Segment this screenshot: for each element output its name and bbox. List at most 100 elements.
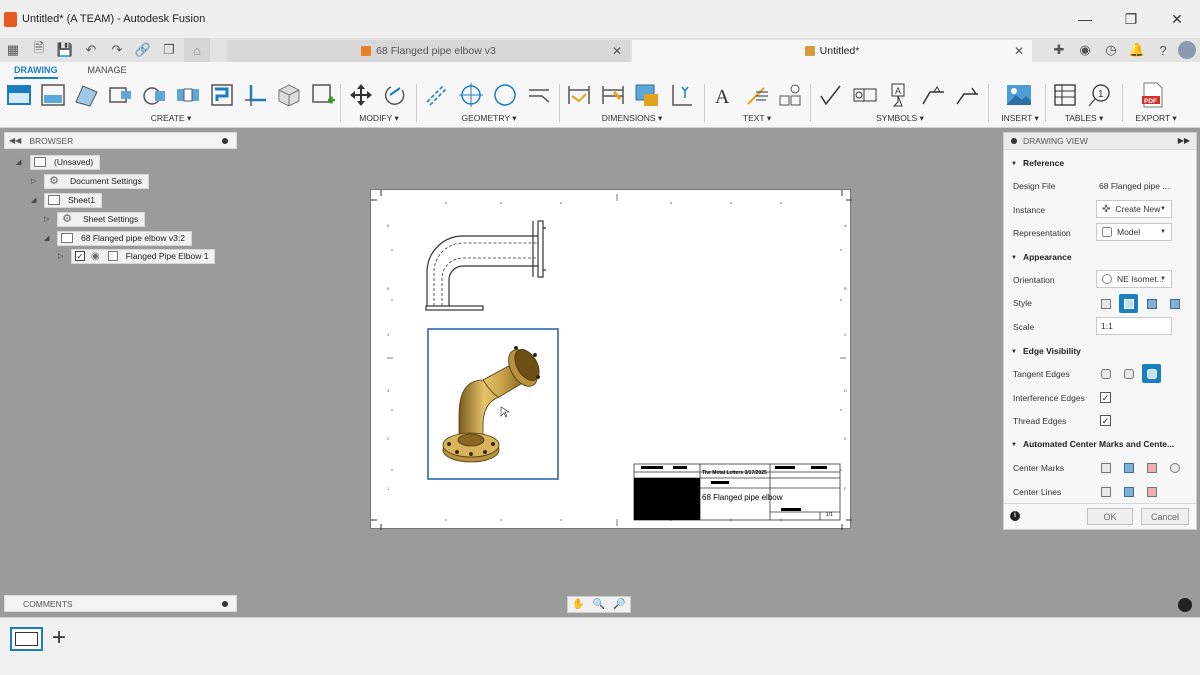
thread-edges-checkbox[interactable]: ✓ [1100,415,1111,426]
browser-header[interactable]: ◀◀ BROWSER [4,132,237,149]
visible-hidden-edges-style-icon[interactable] [1119,294,1138,313]
notifications-icon[interactable]: 🔔 [1126,39,1148,61]
user-avatar[interactable] [1178,41,1196,59]
circle-geometry-tool[interactable] [490,80,520,110]
new-tab-icon[interactable]: ✚ [1048,39,1070,61]
shaded-style-icon[interactable] [1142,294,1161,313]
drawing-view-header[interactable]: DRAWING VIEW ▶▶ [1004,133,1196,150]
new-sketch-tool[interactable] [308,80,338,110]
visible-edges-style-icon[interactable] [1096,294,1115,313]
tangent-full-length-icon[interactable] [1142,364,1161,383]
job-status-icon[interactable]: ◷ [1100,39,1122,61]
section-reference[interactable]: Reference [1011,158,1064,168]
edge-extension-tool[interactable] [524,80,554,110]
tree-item-design-reference[interactable]: ◢ 68 Flanged pipe elbow v3:2 [44,230,192,246]
detail-view-tool[interactable] [105,80,135,110]
section-appearance[interactable]: Appearance [1011,252,1072,262]
link-icon[interactable]: 🔗 [130,38,156,62]
center-line-cylinders-icon[interactable] [1142,482,1161,501]
sheet-thumbnail[interactable] [10,627,43,651]
insert-model-tool[interactable] [274,80,304,110]
export-menu[interactable]: EXPORT ▾ [1128,113,1184,124]
expand-arrow-icon[interactable]: ▷ [31,177,41,185]
orientation-dropdown[interactable]: NE Isomet... ▼ [1096,270,1172,288]
tree-item-flanged-pipe-elbow[interactable]: ▷ ✓ ◉ Flanged Pipe Elbow 1 [58,248,216,264]
tab-manage[interactable]: MANAGE [88,65,127,79]
create-menu[interactable]: CREATE ▾ [4,113,338,124]
section-edge-visibility[interactable]: Edge Visibility [1011,346,1081,356]
instance-dropdown[interactable]: ✜ Create New ▼ [1096,200,1172,218]
center-mark-fillets-icon[interactable] [1119,458,1138,477]
shaded-hidden-edges-style-icon[interactable] [1165,294,1184,313]
redo-icon[interactable]: ↷ [104,38,130,62]
center-line-fillets-icon[interactable] [1119,482,1138,501]
geometry-menu[interactable]: GEOMETRY ▾ [422,113,556,124]
center-mark-arcs-icon[interactable] [1165,458,1184,477]
collapse-arrow-icon[interactable]: ◢ [44,234,54,242]
help-icon[interactable]: ? [1152,39,1174,61]
zoom-window-icon[interactable]: 🔎 [613,599,625,610]
pin-icon[interactable] [222,138,228,144]
ordinate-dimension-tool[interactable] [666,80,696,110]
maximize-button[interactable]: ❐ [1108,0,1154,38]
sketch-view-tool[interactable] [173,80,203,110]
datum-identifier-tool[interactable]: A [884,80,914,110]
comments-panel[interactable]: COMMENTS [4,595,237,612]
pan-icon[interactable]: ✋ [572,599,584,610]
leader-text-tool[interactable] [742,80,771,110]
symbols-menu[interactable]: SYMBOLS ▾ [816,113,984,124]
file-menu-icon[interactable]: 🗎 [26,38,52,62]
home-icon[interactable]: ⌂ [184,38,210,62]
scale-input[interactable]: 1:1 [1096,317,1172,335]
app-grid-icon[interactable]: ▦ [0,38,26,62]
drawing-sheet[interactable]: 654321 ABCDEF The Metal Letters 3/17/202… [370,189,852,530]
center-mark-cylinders-icon[interactable] [1142,458,1161,477]
cancel-button[interactable]: Cancel [1141,508,1189,525]
close-tab-icon[interactable]: ✕ [1014,44,1024,58]
tree-item-root[interactable]: ◢ (Unsaved) [16,154,101,170]
section-view-tool[interactable] [72,80,102,110]
minimize-button[interactable]: — [1062,0,1108,38]
extensions-icon[interactable]: ◉ [1074,39,1096,61]
copy-icon[interactable]: ❐ [156,38,182,62]
section-automated-center-marks[interactable]: Automated Center Marks and Cente... [1011,439,1174,449]
centerline-tool[interactable] [422,80,452,110]
interference-edges-checkbox[interactable]: ✓ [1100,392,1111,403]
feedback-icon[interactable] [1178,598,1192,612]
center-line-holes-icon[interactable] [1096,482,1115,501]
collapse-arrow-icon[interactable]: ◢ [31,196,41,204]
center-mark-tool[interactable] [241,80,271,110]
collapse-arrow-icon[interactable]: ◢ [16,158,26,166]
insert-menu[interactable]: INSERT ▾ [998,113,1042,124]
expand-arrow-icon[interactable]: ▷ [58,252,68,260]
auto-dimension-tool[interactable] [632,80,662,110]
save-icon[interactable]: 💾 [52,38,78,62]
tree-item-document-settings[interactable]: ▷ ⚙ Document Settings [31,173,149,189]
crop-view-tool[interactable] [207,80,237,110]
center-mark-holes-icon[interactable] [1096,458,1115,477]
representation-dropdown[interactable]: Model ▼ [1096,223,1172,241]
tangent-shortened-icon[interactable] [1119,364,1138,383]
text-menu[interactable]: TEXT ▾ [709,113,805,124]
rotate-tool[interactable] [380,80,410,110]
tab-flanged-pipe-elbow[interactable]: 68 Flanged pipe elbow v3 ✕ [227,40,630,62]
modify-menu[interactable]: MODIFY ▾ [346,113,412,124]
projected-view-tool[interactable] [38,80,68,110]
eye-icon[interactable]: ◉ [91,251,100,262]
tree-item-sheet-settings[interactable]: ▷ ⚙ Sheet Settings [44,211,146,227]
edge-symbol-tool[interactable] [952,80,982,110]
balloon-tool[interactable] [776,80,805,110]
insert-image-tool[interactable] [1004,80,1034,110]
balloon-number-tool[interactable]: 1 [1084,80,1114,110]
tables-menu[interactable]: TABLES ▾ [1050,113,1118,124]
tangent-off-icon[interactable] [1096,364,1115,383]
zoom-icon[interactable]: 🔍 [593,599,605,610]
pin-icon[interactable] [222,601,228,607]
collapse-panel-icon[interactable]: ◀◀ [9,136,21,145]
table-tool[interactable] [1050,80,1080,110]
break-view-tool[interactable] [139,80,169,110]
ok-button[interactable]: OK [1087,508,1133,525]
close-tab-icon[interactable]: ✕ [612,44,622,58]
add-sheet-icon[interactable]: + [52,624,66,652]
info-icon[interactable]: i [1010,511,1020,521]
